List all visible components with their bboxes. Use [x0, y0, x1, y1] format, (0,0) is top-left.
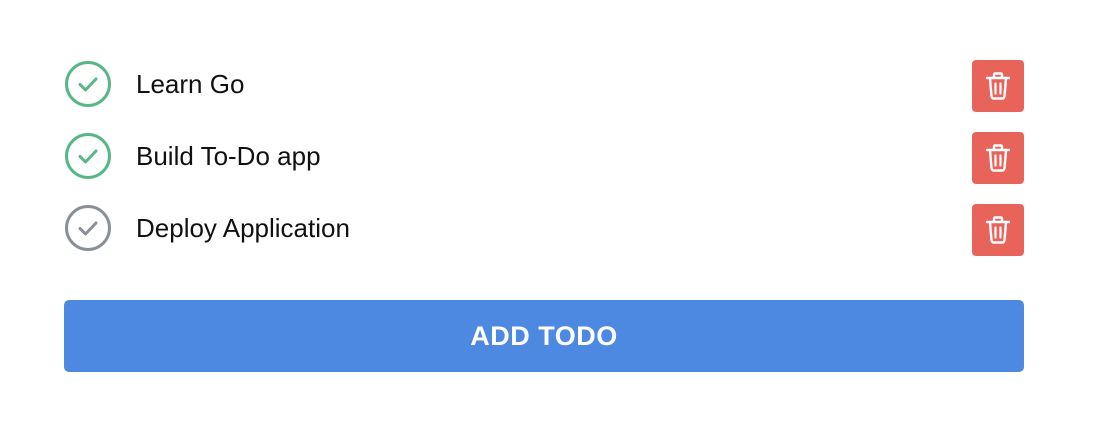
toggle-done-button[interactable]	[64, 60, 112, 108]
delete-button[interactable]	[972, 132, 1024, 184]
todo-text: Learn Go	[136, 69, 245, 99]
toggle-done-button[interactable]	[64, 204, 112, 252]
trash-icon	[985, 143, 1011, 173]
todo-text: Deploy Application	[136, 213, 350, 243]
todo-list: Learn Go Build To-Do app Deploy Applicat…	[64, 48, 1024, 264]
delete-button[interactable]	[972, 60, 1024, 112]
check-circle-icon	[64, 204, 112, 252]
trash-icon	[985, 215, 1011, 245]
todo-text: Build To-Do app	[136, 141, 321, 171]
check-circle-icon	[64, 132, 112, 180]
todo-item: Deploy Application	[64, 192, 1024, 264]
toggle-done-button[interactable]	[64, 132, 112, 180]
todo-item: Build To-Do app	[64, 120, 1024, 192]
todo-app: Learn Go Build To-Do app Deploy Applicat…	[64, 48, 1024, 372]
delete-button[interactable]	[972, 204, 1024, 256]
trash-icon	[985, 71, 1011, 101]
add-todo-button[interactable]: ADD TODO	[64, 300, 1024, 372]
check-circle-icon	[64, 60, 112, 108]
todo-item: Learn Go	[64, 48, 1024, 120]
